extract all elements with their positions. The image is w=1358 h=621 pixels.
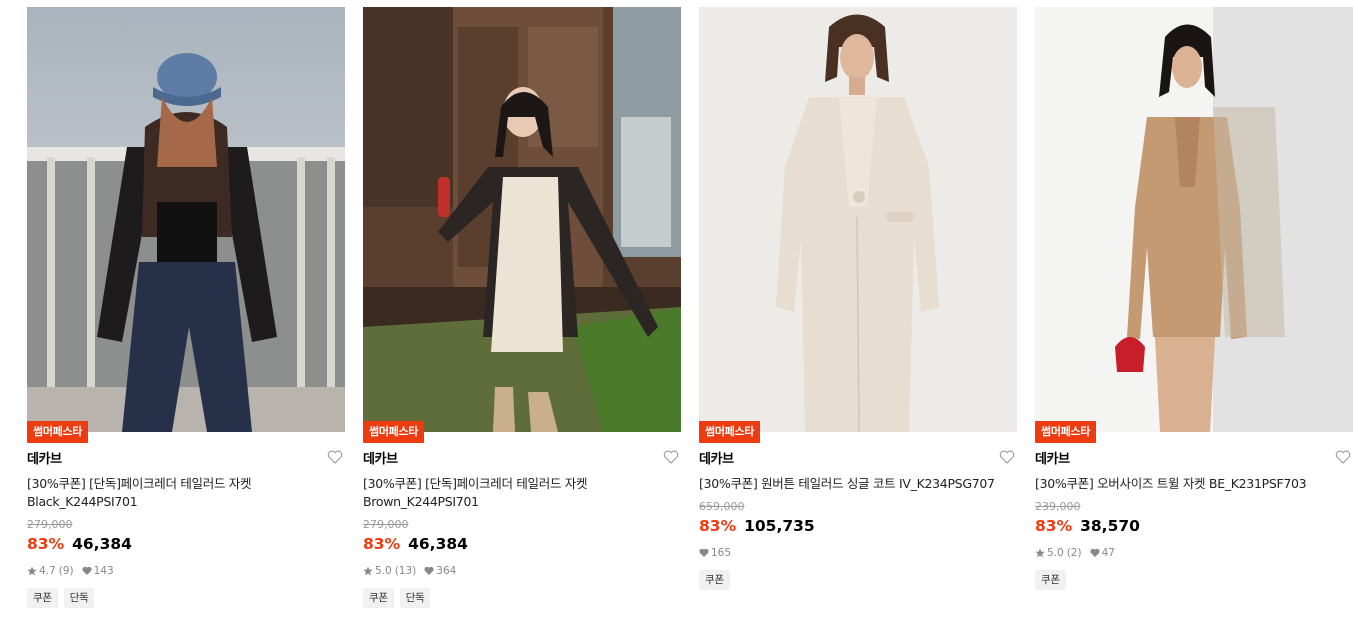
brand-name[interactable]: 데카브 — [27, 448, 62, 467]
discount-rate: 83% — [1035, 517, 1073, 535]
heart-filled-icon — [1090, 548, 1100, 557]
product-title[interactable]: [30%쿠폰] 원버튼 테일러드 싱글 코트 IV_K234PSG707 — [699, 475, 1017, 493]
product-title[interactable]: [30%쿠폰] [단독]페이크레더 테일러드 자켓 Black_K244PSI7… — [27, 475, 345, 511]
product-image[interactable] — [1035, 7, 1353, 432]
discount-rate: 83% — [27, 535, 65, 553]
like-count: 364 — [436, 565, 457, 577]
product-card[interactable]: 썸머페스타 데카브 [30%쿠폰] [단독]페이크레더 테일러드 자켓 Brow… — [363, 7, 681, 608]
promo-badge: 썸머페스타 — [27, 421, 89, 443]
product-card[interactable]: 썸머페스타 데카브 [30%쿠폰] 원버튼 테일러드 싱글 코트 IV_K234… — [699, 7, 1017, 590]
product-card[interactable]: 썸머페스타 데카브 [30%쿠폰] [단독]페이크레더 테일러드 자켓 Blac… — [27, 7, 345, 608]
original-price: 659,000 — [699, 500, 745, 513]
product-title[interactable]: [30%쿠폰] [단독]페이크레더 테일러드 자켓 Brown_K244PSI7… — [363, 475, 681, 511]
tag-coupon: 쿠폰 — [363, 588, 394, 608]
review-count: (9) — [58, 565, 74, 577]
heart-filled-icon — [699, 548, 709, 557]
tag-coupon: 쿠폰 — [27, 588, 58, 608]
original-price: 239,000 — [1035, 500, 1081, 513]
tag-list: 쿠폰 — [1035, 570, 1353, 590]
heart-outline-icon[interactable] — [663, 450, 679, 464]
product-card[interactable]: 썸머페스타 데카브 [30%쿠폰] 오버사이즈 트윌 자켓 BE_K231PSF… — [1035, 7, 1353, 590]
tag-list: 쿠폰 — [699, 570, 1017, 590]
heart-outline-icon[interactable] — [1335, 450, 1351, 464]
heart-outline-icon[interactable] — [999, 450, 1015, 464]
brand-name[interactable]: 데카브 — [363, 448, 398, 467]
original-price: 279,000 — [27, 518, 73, 531]
heart-filled-icon — [424, 566, 434, 575]
promo-badge: 썸머페스타 — [363, 421, 425, 443]
original-price: 279,000 — [363, 518, 409, 531]
review-count: (13) — [394, 565, 417, 577]
like-count: 165 — [711, 547, 732, 559]
tag-coupon: 쿠폰 — [1035, 570, 1066, 590]
discount-rate: 83% — [699, 517, 737, 535]
sale-price: 105,735 — [744, 517, 815, 535]
tag-exclusive: 단독 — [63, 588, 95, 608]
sale-price: 46,384 — [408, 535, 468, 553]
discount-rate: 83% — [363, 535, 401, 553]
tag-coupon: 쿠폰 — [699, 570, 730, 590]
promo-badge: 썸머페스타 — [1035, 421, 1097, 443]
brand-name[interactable]: 데카브 — [1035, 448, 1070, 467]
rating-value: 5.0 — [375, 565, 392, 577]
product-image[interactable] — [699, 7, 1017, 432]
star-icon — [1035, 548, 1045, 558]
review-count: (2) — [1066, 547, 1082, 559]
star-icon — [363, 566, 373, 576]
product-stats: 165 — [699, 546, 1017, 560]
tag-list: 쿠폰 단독 — [363, 588, 681, 608]
rating-value: 5.0 — [1047, 547, 1064, 559]
heart-outline-icon[interactable] — [327, 450, 343, 464]
product-stats: 4.7 (9) 143 — [27, 564, 345, 578]
star-icon — [27, 566, 37, 576]
like-count: 143 — [93, 565, 114, 577]
product-image[interactable] — [27, 7, 345, 432]
tag-list: 쿠폰 단독 — [27, 588, 345, 608]
rating-value: 4.7 — [39, 565, 56, 577]
like-count: 47 — [1101, 547, 1115, 559]
product-stats: 5.0 (2) 47 — [1035, 546, 1353, 560]
product-stats: 5.0 (13) 364 — [363, 564, 681, 578]
sale-price: 38,570 — [1080, 517, 1140, 535]
tag-exclusive: 단독 — [399, 588, 431, 608]
promo-badge: 썸머페스타 — [699, 421, 761, 443]
product-title[interactable]: [30%쿠폰] 오버사이즈 트윌 자켓 BE_K231PSF703 — [1035, 475, 1353, 493]
heart-filled-icon — [82, 566, 92, 575]
product-image[interactable] — [363, 7, 681, 432]
sale-price: 46,384 — [72, 535, 132, 553]
brand-name[interactable]: 데카브 — [699, 448, 734, 467]
